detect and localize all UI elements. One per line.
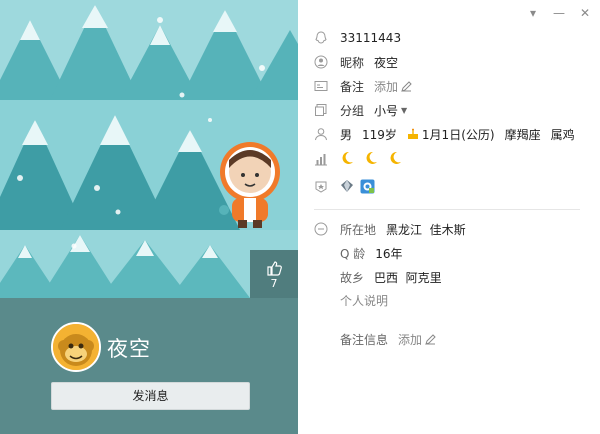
right-panel: ▾ — ✕ 33111443 昵称 夜空 备注 添加 分组 小号 ▼ 男 119… (298, 0, 600, 434)
monkey-avatar-icon (53, 324, 99, 370)
location-label: 所在地 (340, 222, 377, 237)
moon-icon (366, 151, 377, 164)
user-circle-icon (314, 55, 328, 69)
age: 119岁 (362, 127, 397, 142)
moon-icon (390, 151, 401, 164)
nickname-value: 夜空 (374, 55, 399, 70)
qage-value: 16年 (375, 246, 403, 261)
level-bars-icon (315, 154, 327, 166)
location-dot-icon (314, 222, 328, 236)
display-name: 夜空 (107, 337, 151, 361)
person-icon (315, 128, 327, 141)
chinese-zodiac: 属鸡 (550, 127, 575, 142)
nickname-row: 昵称 夜空 (314, 52, 398, 72)
like-count: 7 (270, 277, 278, 290)
level-row (314, 149, 408, 169)
location-row: 所在地 黑龙江 佳木斯 (314, 219, 466, 239)
qage-label: Q 龄 (340, 246, 366, 261)
remark-info-add-link[interactable]: 添加 (398, 331, 436, 348)
dropdown-arrow-icon[interactable]: ▾ (526, 6, 540, 20)
remark-info-label: 备注信息 (340, 332, 389, 347)
send-message-button[interactable]: 发消息 (51, 382, 250, 410)
profile-window: 7 夜空 发消息 ▾ — ✕ 33111443 昵称 夜空 备注 添加 分组 小… (0, 0, 600, 434)
nickname-label: 昵称 (340, 55, 365, 70)
profile-footer (0, 298, 298, 434)
group-icon (315, 104, 327, 116)
signature-row: 个人说明 (340, 290, 388, 310)
remark-info-add-label: 添加 (398, 332, 423, 347)
signature-label: 个人说明 (340, 293, 389, 308)
group-label: 分组 (340, 103, 365, 118)
avatar[interactable] (51, 322, 101, 372)
badges-row (314, 176, 375, 196)
chevron-down-icon: ▼ (401, 105, 408, 115)
minimize-icon[interactable]: — (552, 6, 566, 20)
close-icon[interactable]: ✕ (578, 6, 592, 20)
pencil-icon (401, 80, 412, 92)
diamond-badge-icon[interactable] (340, 179, 354, 193)
section-divider (314, 209, 580, 210)
hometown-row: 故乡 巴西 阿克里 (340, 267, 442, 287)
moon-icon (342, 151, 353, 164)
gender: 男 (340, 127, 353, 142)
group-row: 分组 小号 ▼ (314, 100, 407, 120)
like-button[interactable]: 7 (250, 250, 298, 298)
birthday: 1月1日(公历) (421, 127, 495, 142)
card-icon (314, 81, 328, 91)
pencil-icon (425, 333, 436, 345)
zodiac: 摩羯座 (504, 127, 541, 142)
cake-icon (407, 128, 418, 139)
app-badge-icon[interactable] (360, 179, 375, 194)
group-dropdown[interactable]: 小号 ▼ (374, 102, 407, 119)
qq-number: 33111443 (340, 31, 402, 45)
remark-add-link[interactable]: 添加 (374, 78, 412, 95)
remark-row: 备注 添加 (314, 76, 412, 96)
hometown-label: 故乡 (340, 270, 365, 285)
remark-add-label: 添加 (374, 79, 399, 94)
level-moons[interactable] (340, 151, 408, 168)
location-value: 黑龙江 佳木斯 (386, 222, 466, 237)
window-controls: ▾ — ✕ (526, 6, 592, 20)
qq-penguin-icon (315, 31, 327, 44)
qq-number-row: 33111443 (314, 28, 401, 48)
left-panel: 7 夜空 发消息 (0, 0, 298, 434)
remark-info-row: 备注信息 添加 (340, 329, 436, 349)
thumbs-up-icon (267, 261, 282, 276)
basic-info-row: 男 119岁 1月1日(公历) 摩羯座 属鸡 (314, 124, 575, 144)
hometown-value: 巴西 阿克里 (374, 270, 442, 285)
badge-icon (315, 181, 327, 193)
group-value: 小号 (374, 103, 399, 118)
remark-label: 备注 (340, 79, 365, 94)
qage-row: Q 龄 16年 (340, 243, 403, 263)
